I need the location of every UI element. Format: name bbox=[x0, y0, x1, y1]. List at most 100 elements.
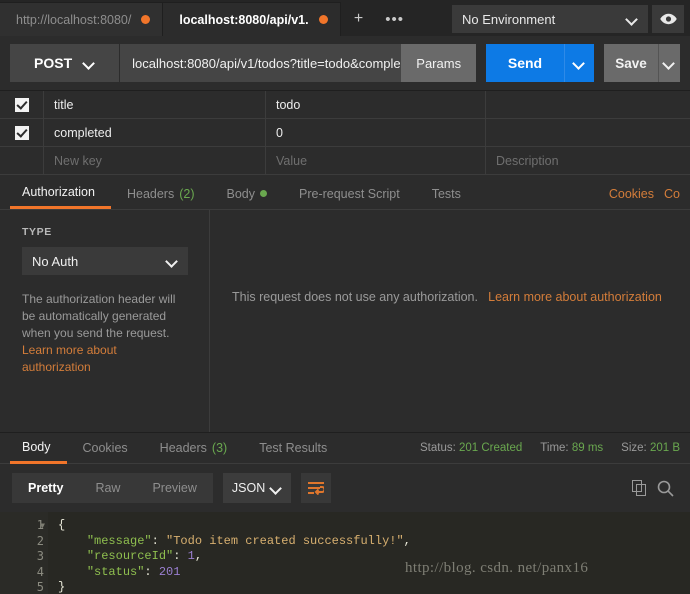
new-tab-button[interactable]: + bbox=[340, 2, 377, 36]
param-description[interactable] bbox=[486, 91, 690, 118]
code-link[interactable]: Co bbox=[654, 187, 680, 201]
response-tab-headers-count: (3) bbox=[211, 441, 228, 455]
param-key-new[interactable]: New key bbox=[44, 147, 266, 174]
params-button[interactable]: Params bbox=[401, 44, 476, 82]
param-value[interactable]: todo bbox=[266, 91, 486, 118]
line-number-gutter: ▼ 1 2 3 4 5 bbox=[0, 512, 48, 594]
environment-select[interactable]: No Environment bbox=[452, 5, 648, 33]
request-tab-strip: http://localhost:8080/ localhost:8080/ap… bbox=[0, 0, 690, 36]
response-tab-test-results-label: Test Results bbox=[259, 441, 328, 455]
line-number: 1 bbox=[36, 518, 44, 532]
param-enabled-checkbox[interactable] bbox=[0, 119, 44, 146]
query-params-table: title todo completed 0 New key Value Des… bbox=[0, 90, 690, 183]
response-tab-cookies[interactable]: Cookies bbox=[67, 433, 144, 464]
response-tab-body[interactable]: Body bbox=[10, 433, 67, 464]
view-mode-pretty[interactable]: Pretty bbox=[12, 473, 79, 503]
environment-value: No Environment bbox=[462, 11, 556, 27]
param-key[interactable]: title bbox=[44, 91, 266, 118]
save-group: Save bbox=[604, 44, 680, 82]
tab-tests-label: Tests bbox=[431, 186, 461, 201]
response-format-select[interactable]: JSON bbox=[222, 473, 291, 503]
copy-icon bbox=[631, 480, 646, 496]
cookies-link[interactable]: Cookies bbox=[599, 187, 654, 201]
status-label: Status: bbox=[419, 442, 456, 454]
tab-headers-count: (2) bbox=[179, 186, 195, 201]
auth-type-select[interactable]: No Auth bbox=[22, 247, 188, 275]
tab-body-label: Body bbox=[226, 186, 256, 201]
request-tab-2-label: localhost:8080/api/v1. bbox=[179, 12, 309, 27]
request-url-input[interactable]: localhost:8080/api/v1/todos?title=todo&c… bbox=[120, 44, 402, 82]
auth-empty-note: This request does not use any authorizat… bbox=[232, 290, 478, 304]
unsaved-dot-icon[interactable] bbox=[318, 15, 328, 24]
chevron-down-icon bbox=[271, 483, 282, 494]
response-tab-headers[interactable]: Headers (3) bbox=[144, 433, 244, 464]
response-tab-body-label: Body bbox=[22, 439, 51, 454]
send-group: Send bbox=[486, 44, 594, 82]
auth-type-value: No Auth bbox=[32, 253, 79, 269]
checkbox-icon bbox=[14, 97, 29, 112]
http-method-value: POST bbox=[34, 55, 73, 71]
status-badge: Status: 201 Created bbox=[402, 442, 522, 454]
chevron-down-icon bbox=[627, 14, 638, 25]
authorization-panel: TYPE No Auth The authorization header wi… bbox=[0, 210, 690, 432]
param-description[interactable] bbox=[486, 119, 690, 146]
request-tab-1-label: http://localhost:8080/ bbox=[16, 12, 132, 27]
save-button[interactable]: Save bbox=[604, 44, 658, 82]
fold-arrow-icon[interactable]: ▼ bbox=[40, 518, 45, 534]
view-mode-group: Pretty Raw Preview bbox=[12, 473, 213, 503]
word-wrap-button[interactable] bbox=[300, 473, 331, 503]
auth-help-text: The authorization header will be automat… bbox=[22, 291, 182, 376]
auth-help-link[interactable]: Learn more about authorization bbox=[22, 343, 117, 374]
param-description-new[interactable]: Description bbox=[486, 147, 690, 174]
table-row[interactable]: completed 0 bbox=[0, 119, 690, 147]
view-mode-raw[interactable]: Raw bbox=[79, 473, 136, 503]
chevron-down-icon bbox=[574, 58, 585, 69]
chevron-down-icon bbox=[84, 58, 95, 69]
copy-response-button[interactable] bbox=[626, 475, 652, 501]
environment-quick-look-button[interactable] bbox=[652, 5, 684, 33]
tab-authorization-label: Authorization bbox=[22, 185, 95, 199]
unsaved-dot-icon[interactable] bbox=[141, 15, 151, 24]
watermark: http://blog. csdn. net/panx16 bbox=[405, 560, 589, 576]
json-body[interactable]: { "message": "Todo item created successf… bbox=[48, 512, 690, 594]
param-value[interactable]: 0 bbox=[266, 119, 486, 146]
line-number: 3 bbox=[36, 549, 44, 563]
save-options-button[interactable] bbox=[658, 44, 680, 82]
size-label: Size: bbox=[621, 442, 647, 454]
search-response-button[interactable] bbox=[652, 475, 678, 501]
environment-controls: No Environment bbox=[452, 5, 690, 36]
tab-authorization[interactable]: Authorization bbox=[10, 178, 111, 209]
response-body-code[interactable]: ▼ 1 2 3 4 5 { "message": "Todo item crea… bbox=[0, 512, 690, 594]
request-tab-1[interactable]: http://localhost:8080/ bbox=[0, 2, 164, 36]
tab-tests[interactable]: Tests bbox=[416, 178, 477, 209]
time-value: 89 ms bbox=[571, 442, 604, 454]
param-value-new[interactable]: Value bbox=[266, 147, 486, 174]
tabstrip-spacer bbox=[412, 2, 452, 36]
param-enabled-checkbox[interactable] bbox=[0, 91, 44, 118]
word-wrap-icon bbox=[307, 482, 324, 495]
chevron-down-icon bbox=[664, 58, 675, 69]
tab-headers[interactable]: Headers (2) bbox=[111, 178, 211, 209]
send-options-button[interactable] bbox=[564, 44, 594, 82]
auth-detail-column: This request does not use any authorizat… bbox=[210, 210, 690, 432]
tab-body[interactable]: Body bbox=[211, 178, 284, 209]
request-tab-2[interactable]: localhost:8080/api/v1. bbox=[163, 2, 341, 36]
view-mode-preview[interactable]: Preview bbox=[136, 473, 212, 503]
tab-pre-request-script[interactable]: Pre-request Script bbox=[283, 178, 416, 209]
eye-icon bbox=[659, 13, 677, 25]
http-method-select[interactable]: POST bbox=[10, 44, 121, 82]
line-number: 2 bbox=[36, 533, 44, 548]
table-row-new[interactable]: New key Value Description bbox=[0, 147, 690, 175]
response-tab-cookies-label: Cookies bbox=[82, 441, 128, 455]
send-button[interactable]: Send bbox=[486, 44, 564, 82]
auth-learn-more-link[interactable]: Learn more about authorization bbox=[480, 288, 670, 432]
line-number: 5 bbox=[36, 580, 44, 594]
auth-type-column: TYPE No Auth The authorization header wi… bbox=[0, 210, 210, 432]
body-present-dot-icon bbox=[260, 190, 267, 197]
search-icon bbox=[657, 480, 674, 497]
tab-options-button[interactable]: ••• bbox=[376, 2, 413, 36]
response-format-value: JSON bbox=[231, 481, 266, 495]
table-row[interactable]: title todo bbox=[0, 91, 690, 119]
param-key[interactable]: completed bbox=[44, 119, 266, 146]
response-tab-test-results[interactable]: Test Results bbox=[243, 433, 343, 464]
